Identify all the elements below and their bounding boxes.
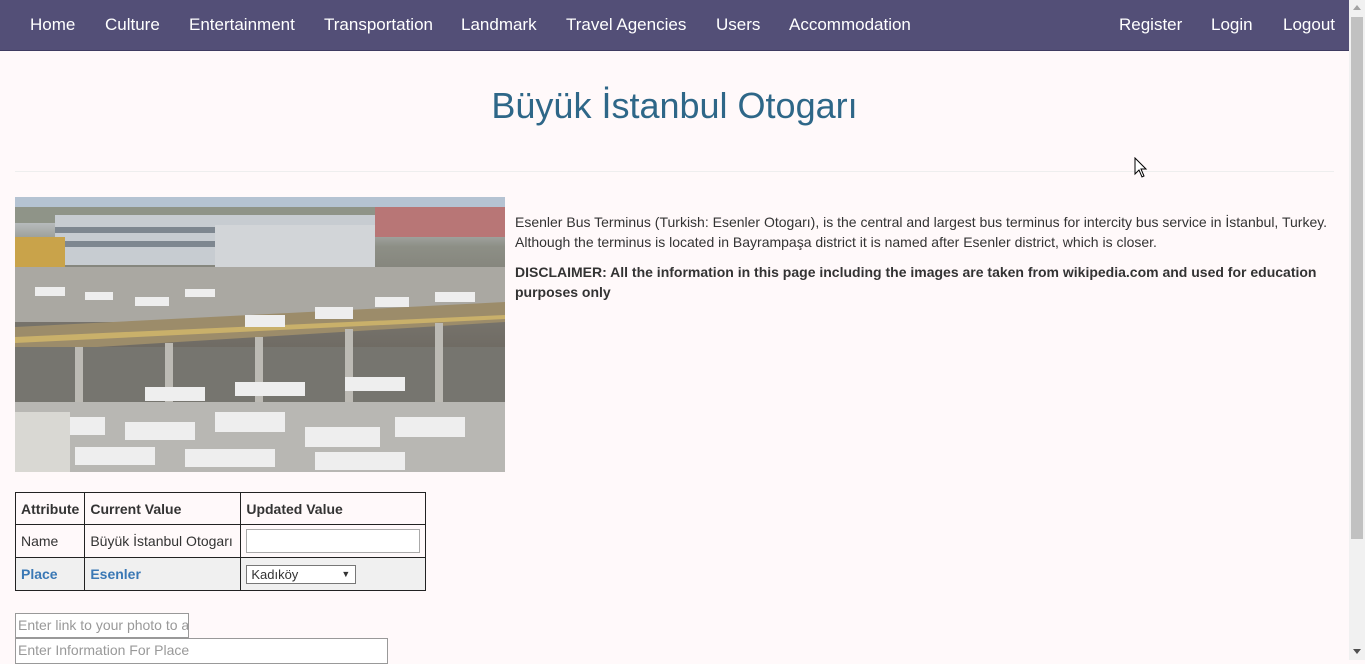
place-description: Esenler Bus Terminus (Turkish: Esenler O… [515, 212, 1335, 312]
cell-place-updated: Kadıköy ▼ [240, 557, 427, 591]
disclaimer-text: DISCLAIMER: All the information in this … [515, 264, 1317, 300]
name-update-input[interactable] [246, 529, 421, 553]
vertical-scrollbar[interactable] [1349, 0, 1365, 660]
chevron-down-icon: ▼ [341, 568, 351, 579]
mouse-cursor-icon [1134, 157, 1148, 178]
nav-landmark[interactable]: Landmark [461, 15, 537, 35]
cell-name-current: Büyük İstanbul Otogarı [84, 524, 242, 558]
cell-name-attribute: Name [14, 524, 86, 558]
bus-terminus-photo-illustration [15, 197, 505, 472]
scroll-up-arrow-icon[interactable] [1353, 5, 1361, 10]
nav-transportation[interactable]: Transportation [324, 15, 433, 35]
place-info-input[interactable]: Enter Information For Place [15, 638, 388, 664]
table-row-name: Name Büyük İstanbul Otogarı [14, 524, 427, 558]
nav-register[interactable]: Register [1119, 15, 1182, 35]
place-photo [15, 197, 505, 472]
header-attribute: Attribute [14, 492, 86, 525]
table-row-place: Place Esenler Kadıköy ▼ [14, 557, 427, 591]
attribute-table: Attribute Current Value Updated Value Na… [14, 492, 427, 591]
nav-login[interactable]: Login [1211, 15, 1253, 35]
cell-name-updated [240, 524, 427, 558]
nav-users[interactable]: Users [716, 15, 760, 35]
top-navbar: Home Culture Entertainment Transportatio… [0, 0, 1349, 51]
scroll-down-arrow-icon[interactable] [1353, 649, 1361, 654]
place-link[interactable]: Place [21, 566, 58, 582]
cell-place-current: Esenler [84, 557, 242, 591]
page-title: Büyük İstanbul Otogarı [491, 85, 858, 126]
header-current-value: Current Value [84, 492, 242, 525]
place-select-value: Kadıköy [251, 566, 299, 582]
photo-link-input[interactable]: Enter link to your photo to add [15, 613, 189, 638]
cell-place-attribute: Place [14, 557, 86, 591]
nav-accommodation[interactable]: Accommodation [789, 15, 911, 35]
place-select[interactable]: Kadıköy ▼ [246, 564, 357, 584]
nav-logout[interactable]: Logout [1283, 15, 1335, 35]
header-updated-value: Updated Value [240, 492, 427, 525]
nav-travel-agencies[interactable]: Travel Agencies [566, 15, 686, 35]
description-text: Esenler Bus Terminus (Turkish: Esenler O… [515, 214, 1328, 250]
nav-home[interactable]: Home [30, 15, 75, 35]
current-place-link[interactable]: Esenler [90, 566, 141, 582]
nav-entertainment[interactable]: Entertainment [189, 15, 295, 35]
scrollbar-thumb[interactable] [1351, 17, 1363, 539]
nav-culture[interactable]: Culture [105, 15, 160, 35]
table-header-row: Attribute Current Value Updated Value [14, 492, 427, 525]
